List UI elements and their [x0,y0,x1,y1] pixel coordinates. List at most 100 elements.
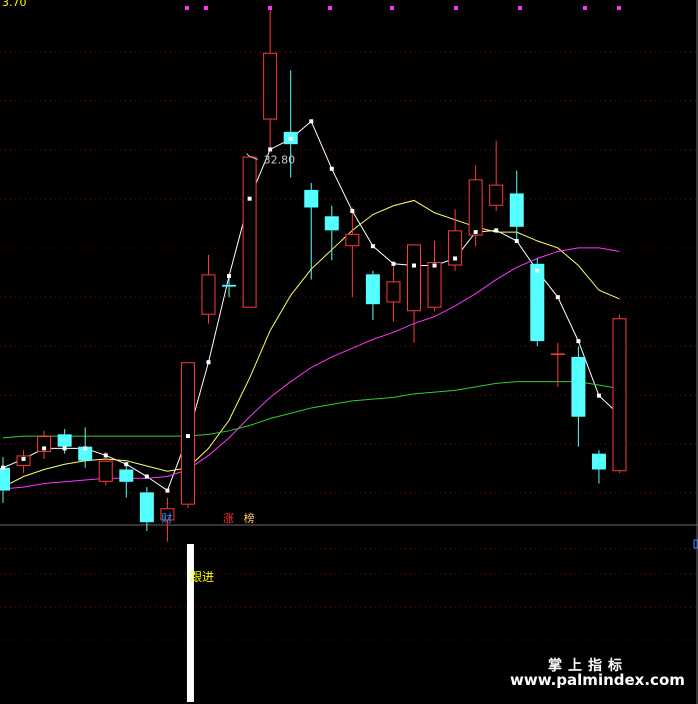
candle [386,265,401,322]
candle-body [509,193,524,227]
candle [345,207,360,298]
candle-body [201,274,216,315]
ma-dot [103,453,108,458]
ma-dot [329,166,334,171]
candle-body [304,189,319,208]
event-badge: 财 [161,511,172,525]
candle [427,240,442,312]
ma-dot [165,488,170,493]
ma-dot [596,393,601,398]
candle-body [612,318,627,472]
candle-body [468,179,483,236]
ma-dot [268,147,273,152]
watermark-url: www.palmindex.com [510,671,685,689]
candle [365,270,380,321]
ma-dot [247,196,252,201]
ma-dot [227,274,232,279]
grid-lines [0,51,698,641]
candle-body [139,492,154,523]
ma-dot [144,474,149,479]
candle [201,254,216,324]
candle-body [98,460,113,482]
candle [591,450,606,484]
candle-body [242,156,257,308]
ma-dot [206,360,211,365]
candle [16,450,31,474]
candle-body [571,356,586,417]
candle-body [119,469,134,482]
candle [612,314,627,474]
top-marker [328,6,332,10]
event-badge: 榜 [244,511,255,525]
ma-dot [21,456,26,461]
ma-dot [412,263,416,268]
top-marker [617,6,621,10]
top-left-value: 3.70 [2,0,27,9]
ma-dot [391,261,396,266]
ma-dot [555,295,560,300]
ma-dot [576,339,581,344]
candle-body [407,244,421,312]
candle [263,8,278,150]
top-marker [204,6,208,10]
ma-dot [185,434,190,439]
ma-dot [350,209,355,214]
top-marker [454,6,458,10]
top-marker [583,6,587,10]
ma-dot [514,238,519,243]
moving-average-lines [2,120,620,492]
candle-body [222,284,237,287]
ma-dot [370,244,375,249]
candlesticks [0,8,627,542]
ma-dot [494,228,499,233]
max-price-label: 32.80 [264,153,296,166]
ma-line-4 [2,381,620,439]
ma-dot [309,119,314,124]
candle-body [386,281,401,303]
signal-bar [186,544,194,702]
ma-dot [1,465,5,470]
ma-dot [83,446,88,451]
candle-body [57,434,72,447]
candle [139,487,154,532]
candle-body [489,184,504,206]
ma-dot-markers [1,119,601,493]
candle [509,170,524,240]
ma-dot [288,136,293,141]
candle-body [427,262,442,308]
candle [571,346,586,447]
ma-dot [124,462,129,467]
candle-body [365,274,380,305]
candle [242,156,257,308]
ma-dot [473,230,478,235]
candle [37,430,52,459]
stock-chart: 32.80 财涨榜 跟进 3.70 掌上指标 www.palmindex.com [0,0,698,704]
candle [550,342,565,387]
ma-dot [42,446,47,451]
candle [489,140,504,212]
candle [324,205,339,261]
candle-body [345,233,360,247]
candle-body [324,216,339,231]
candle-body [180,362,195,505]
signal-label: 跟进 [190,570,214,584]
ma-line-1 [2,120,620,492]
top-marker [390,6,394,10]
candle [119,464,134,498]
event-badge: 涨 [223,512,234,525]
candle [0,457,10,503]
candle-body [591,453,606,470]
ma-line-3 [2,247,620,490]
ma-dot [432,263,437,268]
candle [407,244,421,343]
event-badges: 财 涨榜 [161,511,254,525]
candle-body [0,467,10,491]
top-marker [518,6,522,10]
ma-dot [535,268,540,273]
candle [222,277,237,298]
candle-body [530,263,545,342]
candle-body [550,353,565,355]
top-markers [185,6,621,10]
top-marker [185,6,189,10]
candle-body [263,52,278,120]
